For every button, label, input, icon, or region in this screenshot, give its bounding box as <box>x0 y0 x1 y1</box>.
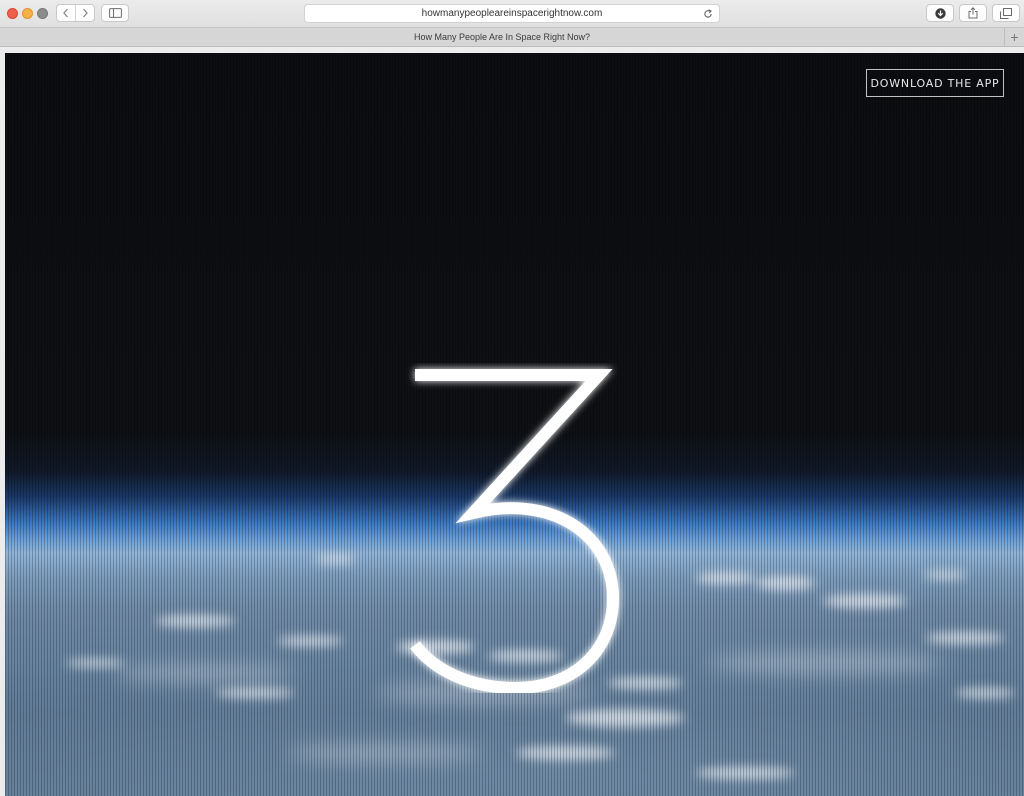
page-hero: DOWNLOAD THE APP 3 <box>5 53 1024 796</box>
browser-toolbar: howmanypeopleareinspacerightnow.com <box>0 0 1024 27</box>
downloads-button[interactable] <box>926 4 954 22</box>
download-app-button[interactable]: DOWNLOAD THE APP <box>866 69 1004 97</box>
back-forward-group <box>56 4 95 22</box>
url-text: howmanypeopleareinspacerightnow.com <box>421 8 603 19</box>
chevron-left-icon <box>63 8 69 18</box>
zoom-window-button[interactable] <box>37 8 48 19</box>
people-count: 3 <box>410 369 620 693</box>
new-tab-button[interactable]: + <box>1004 28 1024 46</box>
tab-bar: How Many People Are In Space Right Now? … <box>0 27 1024 47</box>
close-window-button[interactable] <box>7 8 18 19</box>
browser-window: howmanypeopleareinspacerightnow.com How … <box>0 0 1024 796</box>
active-tab[interactable]: How Many People Are In Space Right Now? <box>0 31 1004 43</box>
tab-overview-button[interactable] <box>992 4 1020 22</box>
download-icon <box>934 7 946 19</box>
people-count-glyph <box>410 369 620 693</box>
share-button[interactable] <box>959 4 987 22</box>
share-icon <box>968 7 978 19</box>
reload-button[interactable] <box>701 7 714 20</box>
sidebar-toggle-button[interactable] <box>101 4 129 22</box>
reload-icon <box>703 8 712 18</box>
minimize-window-button[interactable] <box>22 8 33 19</box>
address-bar[interactable]: howmanypeopleareinspacerightnow.com <box>304 4 720 23</box>
forward-button[interactable] <box>76 5 94 21</box>
chevron-right-icon <box>83 8 88 18</box>
tabs-overview-icon <box>1000 7 1012 19</box>
sidebar-icon <box>108 8 122 18</box>
back-button[interactable] <box>57 5 75 21</box>
